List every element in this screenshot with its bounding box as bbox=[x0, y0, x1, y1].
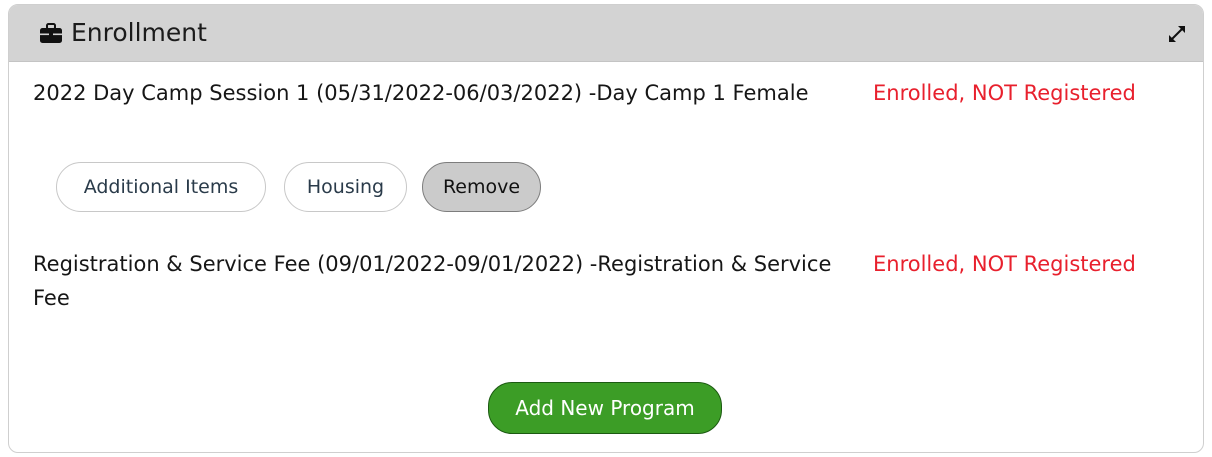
enrollment-panel: Enrollment 2022 Day Camp Session 1 (05/3… bbox=[8, 4, 1204, 453]
enrollment-status: Enrolled, NOT Registered bbox=[873, 81, 1136, 105]
additional-items-button[interactable]: Additional Items bbox=[56, 162, 266, 212]
housing-button[interactable]: Housing bbox=[284, 162, 407, 212]
expand-icon[interactable] bbox=[1167, 24, 1187, 44]
remove-button[interactable]: Remove bbox=[422, 162, 541, 212]
add-new-program-button[interactable]: Add New Program bbox=[488, 382, 722, 434]
enrollment-program-name: Registration & Service Fee (09/01/2022-0… bbox=[33, 252, 832, 310]
panel-header: Enrollment bbox=[9, 5, 1203, 62]
enrollment-program-name: 2022 Day Camp Session 1 (05/31/2022-06/0… bbox=[33, 81, 809, 105]
briefcase-icon bbox=[40, 23, 62, 43]
enrollment-status: Enrolled, NOT Registered bbox=[873, 252, 1136, 276]
panel-title: Enrollment bbox=[71, 18, 207, 47]
